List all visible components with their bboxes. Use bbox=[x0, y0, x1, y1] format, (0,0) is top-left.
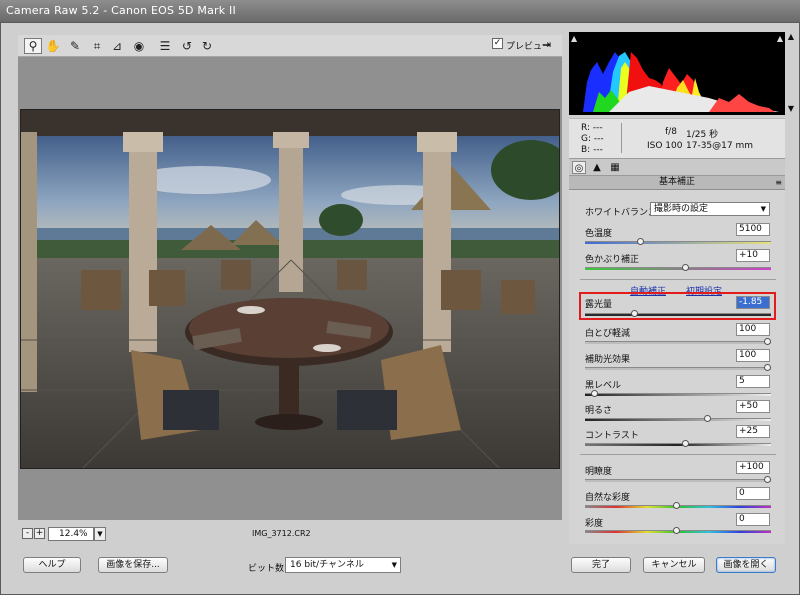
hand-tool-icon[interactable]: ✋ bbox=[44, 38, 62, 54]
clarity-input[interactable]: +100 bbox=[736, 461, 770, 474]
histogram: ▲ ▲ bbox=[569, 32, 785, 115]
chevron-down-icon: ▼ bbox=[391, 561, 397, 569]
preferences-icon[interactable]: ☰ bbox=[156, 38, 174, 54]
pixel-info-area: R: --- G: --- B: --- f/8 1/25 秒 ISO 100 … bbox=[569, 118, 785, 158]
contrast-input[interactable]: +25 bbox=[736, 425, 770, 438]
tint-label: 色かぶり補正 bbox=[585, 255, 640, 265]
brightness-label: 明るさ bbox=[585, 406, 613, 416]
help-button[interactable]: ヘルプ bbox=[23, 557, 81, 573]
recovery-input[interactable]: 100 bbox=[736, 323, 770, 336]
shadow-clipping-warning-icon[interactable]: ▲ bbox=[571, 34, 577, 43]
highlight-clipping-warning-icon[interactable]: ▲ bbox=[777, 34, 783, 43]
fill-light-input[interactable]: 100 bbox=[736, 349, 770, 362]
panel-menu-icon[interactable]: ≡ bbox=[775, 176, 782, 189]
tint-track[interactable] bbox=[585, 267, 771, 270]
crop-tool-icon[interactable]: ⌗ bbox=[88, 38, 106, 54]
divider bbox=[580, 279, 776, 280]
tab-basic-icon[interactable]: ◎ bbox=[572, 161, 586, 174]
scroll-down-icon[interactable]: ▼ bbox=[785, 104, 797, 116]
raw-photo-preview bbox=[20, 109, 560, 469]
bit-depth-value: 16 bit/チャンネル bbox=[290, 560, 364, 570]
rotate-left-icon[interactable]: ↺ bbox=[178, 38, 196, 54]
fill-light-slider-thumb[interactable] bbox=[764, 364, 771, 371]
done-button[interactable]: 完了 bbox=[571, 557, 631, 573]
clarity-slider-thumb[interactable] bbox=[764, 476, 771, 483]
temperature-slider-thumb[interactable] bbox=[636, 238, 644, 245]
straighten-tool-icon[interactable]: ⊿ bbox=[108, 38, 126, 54]
fullscreen-icon[interactable]: ⇥ bbox=[542, 38, 556, 52]
tab-tone-curve-icon[interactable]: ▲ bbox=[590, 161, 604, 174]
vibrance-input[interactable]: 0 bbox=[736, 487, 770, 500]
clarity-track[interactable] bbox=[585, 479, 771, 482]
vibrance-label: 自然な彩度 bbox=[585, 493, 631, 503]
window-title: Camera Raw 5.2 - Canon EOS 5D Mark II bbox=[0, 0, 800, 22]
brightness-track[interactable] bbox=[585, 418, 771, 421]
rotate-right-icon[interactable]: ↻ bbox=[198, 38, 216, 54]
chevron-down-icon: ▼ bbox=[760, 205, 766, 213]
open-image-button[interactable]: 画像を開く bbox=[716, 557, 776, 573]
brightness-input[interactable]: +50 bbox=[736, 400, 770, 413]
brightness-slider-thumb[interactable] bbox=[703, 415, 711, 422]
saturation-slider-thumb[interactable] bbox=[673, 527, 680, 534]
fill-light-label: 補助光効果 bbox=[585, 355, 631, 365]
recovery-track[interactable] bbox=[585, 341, 771, 344]
info-separator bbox=[621, 123, 622, 153]
saturation-label: 彩度 bbox=[585, 519, 604, 529]
zoom-dropdown-icon[interactable]: ▼ bbox=[94, 527, 106, 541]
status-bar: - + 12.4% ▼ IMG_3712.CR2 bbox=[18, 524, 562, 544]
blacks-input[interactable]: 5 bbox=[736, 375, 770, 388]
bit-depth-select[interactable]: 16 bit/チャンネル ▼ bbox=[285, 557, 401, 573]
image-canvas[interactable] bbox=[18, 57, 562, 520]
zoom-tool-icon[interactable]: ⚲ bbox=[24, 38, 42, 54]
recovery-label: 白とび軽減 bbox=[585, 329, 631, 339]
zoom-out-button[interactable]: - bbox=[22, 528, 33, 539]
iso-readout: ISO 100 bbox=[647, 141, 683, 151]
green-readout: G: --- bbox=[581, 134, 604, 144]
contrast-label: コントラスト bbox=[585, 431, 639, 441]
divider bbox=[580, 454, 776, 455]
panel-tabs: ◎ ▲ ▦ bbox=[569, 158, 785, 176]
tint-input[interactable]: +10 bbox=[736, 249, 770, 262]
zoom-level-field[interactable]: 12.4% bbox=[48, 527, 94, 541]
panel-title: 基本補正 bbox=[658, 177, 695, 187]
lens-readout: 17-35@17 mm bbox=[686, 141, 753, 151]
blue-readout: B: --- bbox=[581, 145, 603, 155]
temperature-label: 色温度 bbox=[585, 229, 613, 239]
red-readout: R: --- bbox=[581, 123, 603, 133]
preview-checkbox[interactable]: ✓ bbox=[492, 38, 503, 49]
histogram-graph bbox=[583, 52, 779, 112]
shutter-readout: 1/25 秒 bbox=[686, 130, 719, 140]
zoom-in-button[interactable]: + bbox=[34, 528, 45, 539]
exposure-highlight-box bbox=[579, 292, 776, 320]
white-balance-select[interactable]: 撮影時の設定 ▼ bbox=[650, 202, 770, 216]
clarity-label: 明瞭度 bbox=[585, 467, 613, 477]
blacks-track[interactable] bbox=[585, 393, 771, 396]
vibrance-slider-thumb[interactable] bbox=[673, 502, 680, 509]
save-image-button[interactable]: 画像を保存... bbox=[98, 557, 168, 573]
temperature-input[interactable]: 5100 bbox=[736, 223, 770, 236]
file-name: IMG_3712.CR2 bbox=[252, 529, 311, 538]
white-balance-tool-icon[interactable]: ✎ bbox=[66, 38, 84, 54]
toolbar: ⚲ ✋ ✎ ⌗ ⊿ ◉ ☰ ↺ ↻ ✓ プレビュー ⇥ bbox=[18, 35, 562, 57]
aperture-readout: f/8 bbox=[665, 127, 677, 137]
tab-detail-icon[interactable]: ▦ bbox=[608, 161, 622, 174]
saturation-input[interactable]: 0 bbox=[736, 513, 770, 526]
white-balance-value: 撮影時の設定 bbox=[654, 204, 709, 214]
cancel-button[interactable]: キャンセル bbox=[643, 557, 705, 573]
contrast-track[interactable] bbox=[585, 443, 771, 446]
blacks-label: 黒レベル bbox=[585, 381, 622, 391]
fill-light-track[interactable] bbox=[585, 367, 771, 370]
red-eye-tool-icon[interactable]: ◉ bbox=[130, 38, 148, 54]
temperature-track[interactable] bbox=[585, 241, 771, 244]
scroll-up-icon[interactable]: ▲ bbox=[785, 32, 797, 44]
panel-header: 基本補正 ≡ bbox=[569, 176, 785, 190]
photo-illustration bbox=[21, 110, 559, 468]
recovery-slider-thumb[interactable] bbox=[764, 338, 771, 345]
